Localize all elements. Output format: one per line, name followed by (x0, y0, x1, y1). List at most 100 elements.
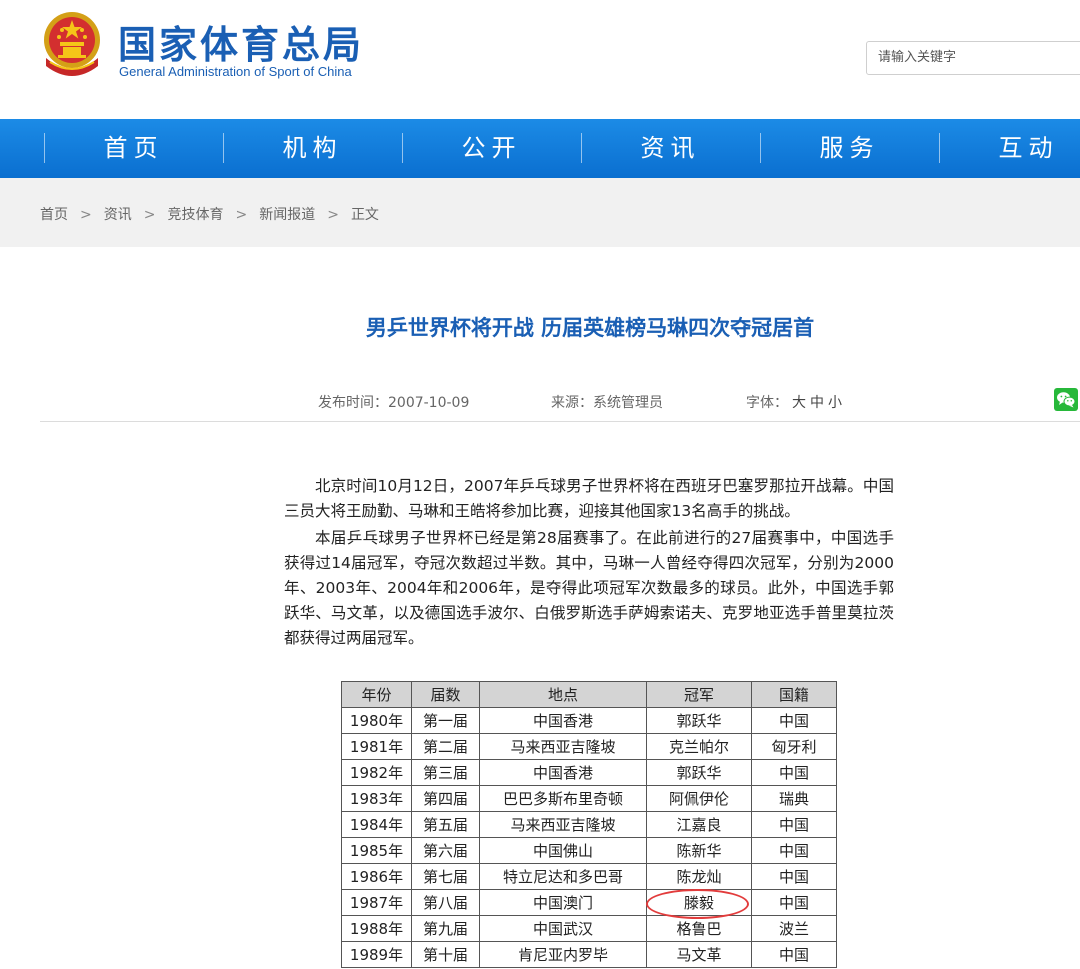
font-size-small[interactable]: 小 (828, 395, 842, 411)
header-edition: 届数 (411, 681, 480, 708)
nav-item-interaction[interactable]: 互动 (939, 119, 1080, 178)
breadcrumb-bar: 首页 > 资讯 > 竞技体育 > 新闻报道 > 正文 (0, 178, 1080, 247)
nav-item-news[interactable]: 资讯 (581, 119, 760, 178)
table-row: 1980年 第一届 中国香港 郭跃华 中国 (341, 707, 837, 734)
header-nationality: 国籍 (751, 681, 837, 708)
cell-venue: 中国武汉 (479, 915, 647, 942)
cell-edition: 第二届 (411, 733, 480, 760)
cell-year: 1982年 (341, 759, 412, 786)
cell-year: 1983年 (341, 785, 412, 812)
table-row: 1985年 第六届 中国佛山 陈新华 中国 (341, 837, 837, 864)
wechat-share-button[interactable] (1054, 388, 1078, 411)
cell-venue: 中国澳门 (479, 889, 647, 916)
breadcrumb-separator: > (143, 207, 156, 223)
cell-champion: 阿佩伊伦 (646, 785, 752, 812)
table-header-row: 年份 届数 地点 冠军 国籍 (341, 681, 837, 708)
cell-edition: 第八届 (411, 889, 480, 916)
table-row: 1984年 第五届 马来西亚吉隆坡 江嘉良 中国 (341, 811, 837, 838)
cell-nationality: 中国 (751, 889, 837, 916)
cell-champion: 郭跃华 (646, 759, 752, 786)
article-header-divider (40, 421, 1080, 422)
nav-item-services[interactable]: 服务 (760, 119, 939, 178)
font-size-large[interactable]: 大 (792, 395, 806, 411)
cell-venue: 肯尼亚内罗毕 (479, 941, 647, 968)
header-year: 年份 (341, 681, 412, 708)
table-row: 1981年 第二届 马来西亚吉隆坡 克兰帕尔 匈牙利 (341, 733, 837, 760)
table-row: 1982年 第三届 中国香港 郭跃华 中国 (341, 759, 837, 786)
breadcrumb-news-reports[interactable]: 新闻报道 (259, 207, 315, 223)
breadcrumb-separator: > (327, 207, 339, 223)
cell-year: 1985年 (341, 837, 412, 864)
breadcrumb-competitive-sports[interactable]: 竞技体育 (167, 207, 223, 223)
publish-date-label: 发布时间： (318, 395, 388, 411)
nav-item-public[interactable]: 公开 (402, 119, 581, 178)
cell-champion: 陈龙灿 (646, 863, 752, 890)
search-input[interactable] (867, 42, 1078, 72)
cell-champion: 江嘉良 (646, 811, 752, 838)
cell-nationality: 波兰 (751, 915, 837, 942)
nav-item-organization[interactable]: 机构 (223, 119, 402, 178)
header-champion: 冠军 (646, 681, 752, 708)
breadcrumb-home[interactable]: 首页 (40, 207, 68, 223)
cell-venue: 马来西亚吉隆坡 (479, 733, 647, 760)
cell-edition: 第五届 (411, 811, 480, 838)
cell-champion: 陈新华 (646, 837, 752, 864)
site-title[interactable]: 国家体育总局 (118, 14, 364, 69)
publish-date-value: 2007-10-09 (388, 395, 470, 411)
national-emblem-logo[interactable] (40, 10, 104, 80)
cell-nationality: 中国 (751, 811, 837, 838)
wechat-icon (1057, 392, 1076, 408)
table-row: 1983年 第四届 巴巴多斯布里奇顿 阿佩伊伦 瑞典 (341, 785, 837, 812)
article-paragraph: 本届乒乓球男子世界杯已经是第28届赛事了。在此前进行的27届赛事中，中国选手获得… (284, 529, 894, 647)
cell-champion: 郭跃华 (646, 707, 752, 734)
cell-nationality: 中国 (751, 837, 837, 864)
cell-edition: 第十届 (411, 941, 480, 968)
cell-edition: 第六届 (411, 837, 480, 864)
site-header: 国家体育总局 General Administration of Sport o… (0, 0, 1080, 119)
cell-champion: 格鲁巴 (646, 915, 752, 942)
cell-year: 1984年 (341, 811, 412, 838)
cell-nationality: 匈牙利 (751, 733, 837, 760)
cell-venue: 特立尼达和多巴哥 (479, 863, 647, 890)
cell-year: 1987年 (341, 889, 412, 916)
cell-nationality: 中国 (751, 759, 837, 786)
breadcrumb-separator: > (235, 207, 248, 223)
cell-venue: 马来西亚吉隆坡 (479, 811, 647, 838)
cell-year: 1989年 (341, 941, 412, 968)
cell-champion: 马文革 (646, 941, 752, 968)
source-label: 来源： (551, 395, 593, 411)
cell-nationality: 中国 (751, 863, 837, 890)
article-title: 男乒世界杯将开战 历届英雄榜马琳四次夺冠居首 (365, 316, 815, 340)
font-size-medium[interactable]: 中 (810, 395, 824, 411)
table-row: 1989年 第十届 肯尼亚内罗毕 马文革 中国 (341, 941, 837, 968)
cell-edition: 第九届 (411, 915, 480, 942)
breadcrumb-news[interactable]: 资讯 (104, 207, 132, 223)
cell-year: 1986年 (341, 863, 412, 890)
table-row: 1988年 第九届 中国武汉 格鲁巴 波兰 (341, 915, 837, 942)
breadcrumb-separator: > (80, 207, 92, 223)
source-value: 系统管理员 (593, 395, 663, 411)
cell-venue: 中国香港 (479, 759, 647, 786)
nav-item-home[interactable]: 首页 (44, 119, 223, 178)
publish-date: 发布时间：2007-10-09 (318, 392, 469, 412)
cell-year: 1981年 (341, 733, 412, 760)
article-body: 北京时间10月12日，2007年乒乓球男子世界杯将在西班牙巴塞罗那拉开战幕。中国… (284, 474, 894, 653)
table-row: 1986年 第七届 特立尼达和多巴哥 陈龙灿 中国 (341, 863, 837, 890)
cell-edition: 第三届 (411, 759, 480, 786)
breadcrumb: 首页 > 资讯 > 竞技体育 > 新闻报道 > 正文 (40, 204, 379, 224)
article-paragraph: 北京时间10月12日，2007年乒乓球男子世界杯将在西班牙巴塞罗那拉开战幕。中国… (284, 477, 894, 520)
highlight-circle-annotation (646, 889, 749, 919)
search-box (866, 41, 1080, 75)
cell-venue: 巴巴多斯布里奇顿 (479, 785, 647, 812)
table-row: 1987年 第八届 中国澳门 滕毅 中国 (341, 889, 837, 916)
site-subtitle: General Administration of Sport of China (119, 64, 352, 79)
font-size-label: 字体： (746, 395, 788, 411)
breadcrumb-current: 正文 (350, 207, 379, 223)
cell-edition: 第七届 (411, 863, 480, 890)
cell-year: 1980年 (341, 707, 412, 734)
cell-year: 1988年 (341, 915, 412, 942)
header-venue: 地点 (479, 681, 647, 708)
cell-venue: 中国香港 (479, 707, 647, 734)
cell-venue: 中国佛山 (479, 837, 647, 864)
cell-nationality: 瑞典 (751, 785, 837, 812)
